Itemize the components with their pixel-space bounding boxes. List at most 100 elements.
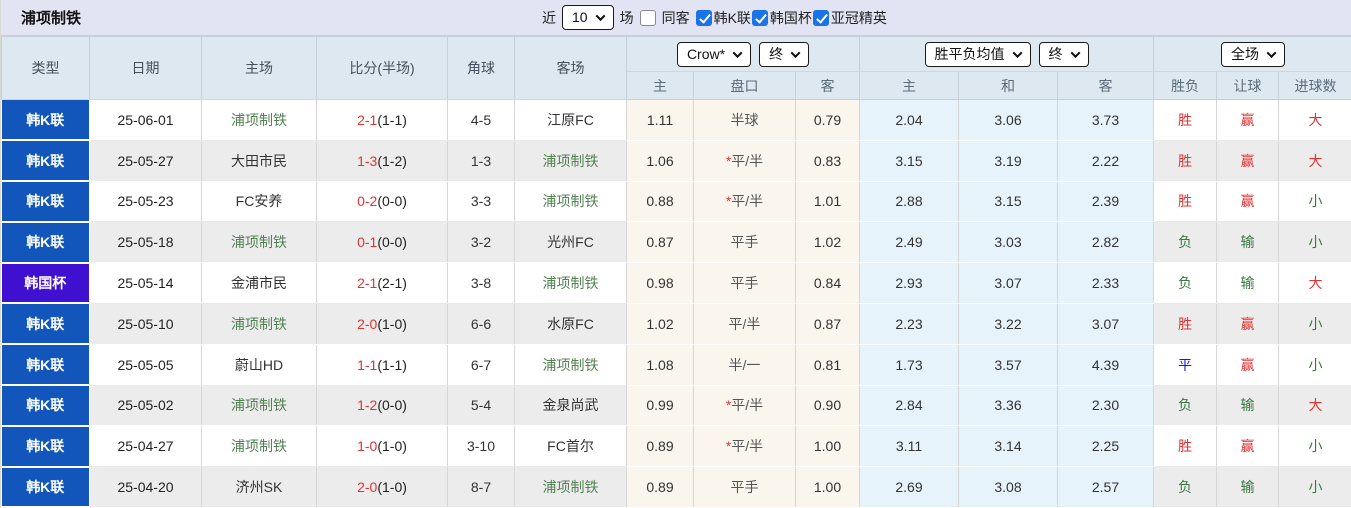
subcol-odds-home: 主 [626,71,694,100]
same-away-label: 同客 [661,9,690,26]
home-team[interactable]: 济州SK [201,466,317,508]
corner-score: 8-7 [447,466,515,508]
odds-home: 1.11 [626,99,694,141]
result-goals: 大 [1278,262,1351,304]
home-team[interactable]: 浦项制铁 [201,425,317,468]
handicap-line: *平/半 [693,181,796,223]
result-goals: 大 [1278,140,1351,182]
avg-time-select[interactable]: 终 [1038,41,1089,67]
chevron-down-icon [1266,47,1277,58]
home-team[interactable]: 蔚山HD [201,344,317,386]
corner-score: 3-8 [447,262,515,304]
corner-score: 3-2 [447,221,515,264]
filter-korea-cup: 韩国杯 [751,8,812,28]
home-team[interactable]: 浦项制铁 [201,303,317,345]
home-team[interactable]: FC安养 [201,181,317,223]
handicap-line: 半/一 [693,344,796,386]
result-handicap: 输 [1216,466,1279,508]
fulltime-score: 0-2 [357,193,378,210]
odds-away: 0.83 [795,140,860,182]
recent-label: 近 [542,9,556,26]
avg-draw: 3.14 [958,425,1058,468]
handicap-text: 平/半 [728,315,761,332]
odds-home: 0.87 [626,221,694,264]
odds-home: 0.98 [626,262,694,304]
same-away-checkbox[interactable] [639,9,656,26]
header-selects-row: 类型 日期 主场 比分(半场) 角球 客场 Crow* 终 胜平负均值 终 全场 [1,36,1351,100]
recent-count-select[interactable]: 10 [562,5,614,30]
result-goals: 小 [1278,221,1351,264]
korea-cup-checkbox[interactable] [751,9,768,26]
away-team[interactable]: 光州FC [514,221,627,264]
avg-draw: 3.06 [958,99,1058,141]
result-handicap: 赢 [1216,425,1279,468]
match-type: 韩K联 [1,140,90,183]
filter-controls: 近 10 场 同客 韩K联 韩国杯 亚冠精英 [542,0,887,35]
corner-score: 4-5 [447,99,515,141]
result-winloss: 负 [1153,466,1217,508]
home-team[interactable]: 金浦市民 [201,262,317,304]
avg-home: 2.93 [859,262,959,304]
subcol-winloss: 胜负 [1153,71,1217,100]
table-row: 韩K联 25-05-27 大田市民 1-3(1-2) 1-3 浦项制铁 1.06… [1,140,1351,183]
filter-kleague: 韩K联 [695,8,751,28]
bookmaker-select[interactable]: Crow* [676,41,752,67]
result-goals: 小 [1278,466,1351,508]
corner-score: 5-4 [447,385,515,427]
away-team[interactable]: 浦项制铁 [514,466,627,508]
away-team[interactable]: 浦项制铁 [514,262,627,304]
home-team[interactable]: 浦项制铁 [201,99,317,141]
away-team[interactable]: 浦项制铁 [514,344,627,386]
odds-home: 1.06 [626,140,694,182]
kleague-checkbox[interactable] [695,9,712,26]
avg-home: 2.84 [859,385,959,427]
scope-select[interactable]: 全场 [1221,41,1286,67]
home-team[interactable]: 浦项制铁 [201,221,317,264]
avg-type-select[interactable]: 胜平负均值 [924,41,1031,67]
avg-away: 2.39 [1057,181,1154,223]
away-team[interactable]: 金泉尚武 [514,385,627,427]
match-date: 25-05-10 [89,303,202,345]
avg-home: 2.04 [859,99,959,141]
handicap-line: *平/半 [693,425,796,468]
acl-checkbox[interactable] [812,9,829,26]
avg-home: 3.15 [859,140,959,182]
score-cell: 1-0(1-0) [316,425,448,468]
filter-acl: 亚冠精英 [812,8,887,28]
match-date: 25-05-02 [89,385,202,427]
match-type: 韩K联 [1,181,90,223]
halftime-score: (0-0) [377,234,407,251]
odds-away: 1.01 [795,181,860,223]
recent-count-value: 10 [572,9,588,25]
home-team[interactable]: 浦项制铁 [201,385,317,427]
col-header-home: 主场 [201,36,317,100]
odds-away: 0.90 [795,385,860,427]
match-type: 韩K联 [1,466,90,508]
home-team[interactable]: 大田市民 [201,140,317,182]
odds-group-header: Crow* 终 [626,36,860,72]
score-cell: 0-2(0-0) [316,181,448,223]
result-handicap: 赢 [1216,99,1279,141]
odds-home: 0.89 [626,425,694,468]
away-team[interactable]: FC首尔 [514,425,627,468]
score-cell: 2-1(1-1) [316,99,448,141]
away-team[interactable]: 浦项制铁 [514,140,627,182]
halftime-score: (0-0) [377,193,407,210]
result-goals: 小 [1278,181,1351,223]
match-date: 25-05-18 [89,221,202,264]
corner-score: 6-7 [447,344,515,386]
match-rows: 韩K联 25-06-01 浦项制铁 2-1(1-1) 4-5 江原FC 1.11… [1,99,1351,508]
away-team[interactable]: 江原FC [514,99,627,141]
avg-away: 2.33 [1057,262,1154,304]
fulltime-score: 1-2 [357,397,378,414]
match-date: 25-05-05 [89,344,202,386]
avg-home: 1.73 [859,344,959,386]
result-winloss: 负 [1153,262,1217,304]
odds-time-select[interactable]: 终 [759,41,810,67]
table-header: 类型 日期 主场 比分(半场) 角球 客场 Crow* 终 胜平负均值 终 全场… [1,36,1351,100]
away-team[interactable]: 浦项制铁 [514,181,627,223]
avg-draw: 3.22 [958,303,1058,345]
away-team[interactable]: 水原FC [514,303,627,345]
avg-type-select-value: 胜平负均值 [934,45,1005,62]
odds-away: 0.84 [795,262,860,304]
